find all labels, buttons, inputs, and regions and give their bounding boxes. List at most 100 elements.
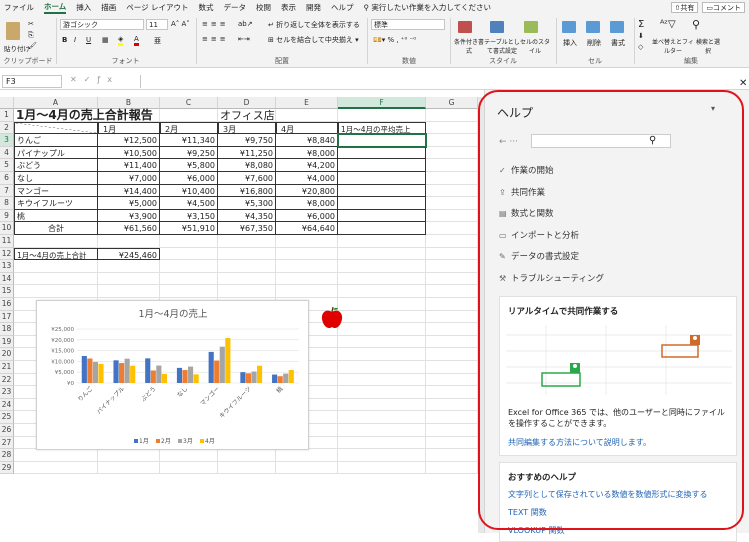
insert-cells-icon[interactable] <box>562 21 576 33</box>
row-header-14[interactable]: 14 <box>0 272 14 286</box>
fill-color-icon[interactable]: ◈ <box>118 35 124 46</box>
cell-A5[interactable]: ぶどう <box>14 159 98 172</box>
cell-C7[interactable]: ¥10,400 <box>160 184 218 198</box>
cell-A9[interactable]: 桃 <box>14 209 98 223</box>
cell-D29[interactable] <box>218 461 276 475</box>
cell-C3[interactable]: ¥11,340 <box>160 134 218 147</box>
cell-B12[interactable]: ¥245,460 <box>98 247 160 261</box>
cell-G11[interactable] <box>426 235 478 248</box>
row-header-28[interactable]: 28 <box>0 449 14 462</box>
cell-A11[interactable] <box>14 235 98 248</box>
cell-G1[interactable] <box>426 109 478 122</box>
cell-G24[interactable] <box>426 398 478 412</box>
number-format-select[interactable]: 標準 <box>371 19 445 30</box>
row-header-10[interactable]: 10 <box>0 222 14 235</box>
cell-B11[interactable] <box>98 235 160 248</box>
row-header-27[interactable]: 27 <box>0 436 14 450</box>
cell-G15[interactable] <box>426 285 478 298</box>
cell-E29[interactable] <box>276 461 338 475</box>
sort-filter-icon[interactable]: ᴬᶻ▽ <box>660 19 676 30</box>
cell-A3[interactable]: りんご <box>14 134 98 147</box>
cell-F5[interactable] <box>338 159 426 172</box>
cell-E28[interactable] <box>276 449 338 462</box>
cell-F4[interactable] <box>338 146 426 160</box>
phonetic-icon[interactable]: 亜 <box>154 36 161 46</box>
wrap-text-button[interactable]: ↵ 折り返して全体を表示する <box>268 20 360 30</box>
delete-button[interactable]: 削除 <box>587 38 601 48</box>
cell-F7[interactable] <box>338 184 426 198</box>
cell-F2[interactable]: 1月～4月の平均売上 <box>338 121 426 135</box>
cell-G12[interactable] <box>426 247 478 261</box>
copy-icon[interactable]: ⎘ <box>28 31 34 40</box>
merge-center-button[interactable]: ⊞ セルを結合して中央揃え ▾ <box>268 35 359 45</box>
cell-G17[interactable] <box>426 310 478 324</box>
clear-icon[interactable]: ◇ <box>638 43 643 51</box>
format-painter-icon[interactable]: 🖌 <box>28 42 37 50</box>
cell-C9[interactable]: ¥3,150 <box>160 209 218 223</box>
cell-D10[interactable]: ¥67,350 <box>218 222 276 235</box>
cell-F1[interactable] <box>338 109 426 122</box>
cell-F21[interactable] <box>338 361 426 374</box>
column-header-d[interactable]: D <box>218 97 276 109</box>
row-header-1[interactable]: 1 <box>0 109 14 122</box>
font-color-icon[interactable]: A <box>134 35 139 46</box>
cell-C12[interactable] <box>160 247 218 261</box>
cell-E3[interactable]: ¥8,840 <box>276 134 338 147</box>
cell-F11[interactable] <box>338 235 426 248</box>
cell-F18[interactable] <box>338 323 426 336</box>
tab-view[interactable]: 表示 <box>281 2 296 13</box>
cancel-icon[interactable]: ✕ <box>70 75 84 84</box>
cell-D9[interactable]: ¥4,350 <box>218 209 276 223</box>
cell-E7[interactable]: ¥20,800 <box>276 184 338 198</box>
tab-developer[interactable]: 開発 <box>306 2 321 13</box>
row-header-18[interactable]: 18 <box>0 323 14 336</box>
row-header-24[interactable]: 24 <box>0 398 14 412</box>
column-header-e[interactable]: E <box>276 97 338 109</box>
format-cells-icon[interactable] <box>610 21 624 33</box>
cut-icon[interactable]: ✂ <box>28 20 34 28</box>
cell-F24[interactable] <box>338 398 426 412</box>
cell-D7[interactable]: ¥16,800 <box>218 184 276 198</box>
cell-G14[interactable] <box>426 272 478 286</box>
cell-F16[interactable] <box>338 298 426 311</box>
format-button[interactable]: 書式 <box>611 38 625 48</box>
cell-F15[interactable] <box>338 285 426 298</box>
row-header-25[interactable]: 25 <box>0 411 14 424</box>
cell-E6[interactable]: ¥4,000 <box>276 172 338 185</box>
cell-B10[interactable]: ¥61,560 <box>98 222 160 235</box>
row-header-26[interactable]: 26 <box>0 424 14 437</box>
cell-G28[interactable] <box>426 449 478 462</box>
cell-C10[interactable]: ¥51,910 <box>160 222 218 235</box>
cell-F28[interactable] <box>338 449 426 462</box>
cell-A12[interactable]: 1月～4月の売上合計 <box>14 247 98 261</box>
cell-G7[interactable] <box>426 184 478 198</box>
cell-G20[interactable] <box>426 348 478 361</box>
orientation-icon[interactable]: ab↗ <box>238 20 253 28</box>
italic-button[interactable]: I <box>74 36 76 44</box>
fill-icon[interactable]: ⬇ <box>638 32 644 40</box>
cell-D11[interactable] <box>218 235 276 248</box>
cell-A10[interactable]: 合計 <box>14 222 98 235</box>
delete-cells-icon[interactable] <box>586 21 600 33</box>
cell-F22[interactable] <box>338 373 426 387</box>
column-header-c[interactable]: C <box>160 97 218 109</box>
row-header-5[interactable]: 5 <box>0 159 14 172</box>
indent-icon[interactable]: ⇤⇥ <box>238 35 250 43</box>
column-header-g[interactable]: G <box>426 97 478 109</box>
row-header-4[interactable]: 4 <box>0 146 14 160</box>
confirm-icon[interactable]: ✓ <box>84 75 98 84</box>
cell-G2[interactable] <box>426 121 478 135</box>
cell-C2[interactable]: 2月 <box>160 121 218 135</box>
cell-F9[interactable] <box>338 209 426 223</box>
number-format-icons[interactable]: 💴▾ % , ⁺⁰ ⁻⁰ <box>373 36 416 44</box>
cell-E10[interactable]: ¥64,640 <box>276 222 338 235</box>
cell-D2[interactable]: 3月 <box>218 121 276 135</box>
sales-chart[interactable]: 1月～4月の売上 ¥0 ¥5,000 ¥10,000 ¥15,000 ¥20,000 ¥25… <box>36 300 309 450</box>
cell-A8[interactable]: キウイフルーツ <box>14 197 98 210</box>
cell-G27[interactable] <box>426 436 478 450</box>
cell-B4[interactable]: ¥10,500 <box>98 146 160 160</box>
cell-B28[interactable] <box>98 449 160 462</box>
cell-G25[interactable] <box>426 411 478 424</box>
cell-B6[interactable]: ¥7,000 <box>98 172 160 185</box>
cell-F10[interactable] <box>338 222 426 235</box>
